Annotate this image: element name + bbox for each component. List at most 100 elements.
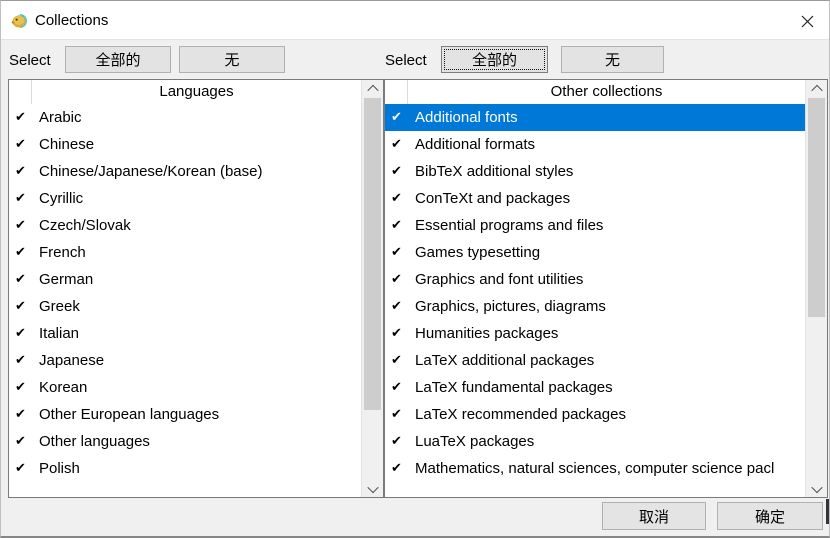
right-select-none-button[interactable]: 无: [561, 46, 664, 73]
right-select-all-button[interactable]: 全部的: [441, 46, 548, 73]
check-column-header: [385, 80, 408, 104]
scrollbar-thumb[interactable]: [364, 98, 381, 410]
list-item-label: Additional fonts: [409, 109, 518, 126]
check-icon: ✔: [385, 353, 409, 368]
left-select-all-button[interactable]: 全部的: [65, 46, 171, 73]
background-window-artifact: [826, 499, 829, 524]
check-icon: ✔: [9, 461, 33, 476]
check-icon: ✔: [385, 434, 409, 449]
list-item[interactable]: ✔Italian: [9, 320, 361, 347]
chevron-down-icon: [367, 481, 378, 492]
right-select-label: Select: [385, 47, 427, 74]
list-item[interactable]: ✔ConTeXt and packages: [385, 185, 805, 212]
check-icon: ✔: [9, 380, 33, 395]
list-item[interactable]: ✔German: [9, 266, 361, 293]
ok-button[interactable]: 确定: [717, 502, 823, 530]
cancel-button[interactable]: 取消: [602, 502, 706, 530]
list-item-label: LaTeX additional packages: [409, 352, 594, 369]
list-item-label: Cyrillic: [33, 190, 83, 207]
list-item[interactable]: ✔Czech/Slovak: [9, 212, 361, 239]
other-collections-header-label: Other collections: [408, 80, 805, 104]
list-item[interactable]: ✔Essential programs and files: [385, 212, 805, 239]
check-icon: ✔: [385, 110, 409, 125]
languages-header-label: Languages: [32, 80, 361, 104]
list-item[interactable]: ✔LuaTeX packages: [385, 428, 805, 455]
list-item-label: Graphics, pictures, diagrams: [409, 298, 606, 315]
list-item[interactable]: ✔Greek: [9, 293, 361, 320]
list-item-label: Korean: [33, 379, 87, 396]
list-item[interactable]: ✔Graphics, pictures, diagrams: [385, 293, 805, 320]
list-item[interactable]: ✔Arabic: [9, 104, 361, 131]
left-select-label: Select: [9, 47, 51, 74]
list-item[interactable]: ✔Mathematics, natural sciences, computer…: [385, 455, 805, 482]
check-icon: ✔: [385, 137, 409, 152]
titlebar: Collections: [1, 1, 829, 40]
list-item-label: Graphics and font utilities: [409, 271, 583, 288]
other-collections-panel-header: Other collections: [385, 80, 805, 104]
list-item-label: Polish: [33, 460, 80, 477]
list-item-label: German: [33, 271, 93, 288]
check-icon: ✔: [9, 191, 33, 206]
check-column-header: [9, 80, 32, 104]
close-button[interactable]: [793, 9, 821, 33]
list-item[interactable]: ✔French: [9, 239, 361, 266]
list-item-label: Italian: [33, 325, 79, 342]
list-item-label: French: [33, 244, 86, 261]
list-item[interactable]: ✔Japanese: [9, 347, 361, 374]
list-item-label: LaTeX recommended packages: [409, 406, 626, 423]
scroll-down-button[interactable]: [806, 480, 827, 497]
list-item-label: Chinese: [33, 136, 94, 153]
check-icon: ✔: [9, 245, 33, 260]
list-item[interactable]: ✔Other languages: [9, 428, 361, 455]
list-item[interactable]: ✔Additional formats: [385, 131, 805, 158]
check-icon: ✔: [9, 218, 33, 233]
check-icon: ✔: [9, 434, 33, 449]
list-item[interactable]: ✔Additional fonts: [385, 104, 805, 131]
scroll-up-button[interactable]: [806, 80, 827, 97]
list-item[interactable]: ✔Chinese/Japanese/Korean (base): [9, 158, 361, 185]
other-collections-panel: Other collections ✔Additional fonts✔Addi…: [384, 79, 828, 498]
check-icon: ✔: [9, 272, 33, 287]
list-item-label: Essential programs and files: [409, 217, 603, 234]
list-item-label: Games typesetting: [409, 244, 540, 261]
list-item-label: Other languages: [33, 433, 150, 450]
other-collections-scrollbar[interactable]: [805, 80, 827, 497]
list-item-label: Additional formats: [409, 136, 535, 153]
languages-scrollbar[interactable]: [361, 80, 383, 497]
check-icon: ✔: [9, 164, 33, 179]
list-item[interactable]: ✔BibTeX additional styles: [385, 158, 805, 185]
list-item-label: Japanese: [33, 352, 104, 369]
languages-panel: Languages ✔Arabic✔Chinese✔Chinese/Japane…: [8, 79, 384, 498]
list-item[interactable]: ✔Polish: [9, 455, 361, 482]
check-icon: ✔: [9, 353, 33, 368]
check-icon: ✔: [9, 299, 33, 314]
scroll-up-button[interactable]: [362, 80, 383, 97]
list-item[interactable]: ✔Other European languages: [9, 401, 361, 428]
check-icon: ✔: [385, 407, 409, 422]
list-item[interactable]: ✔Games typesetting: [385, 239, 805, 266]
scroll-down-button[interactable]: [362, 480, 383, 497]
list-item-label: LuaTeX packages: [409, 433, 534, 450]
list-item-label: ConTeXt and packages: [409, 190, 570, 207]
list-item[interactable]: ✔Graphics and font utilities: [385, 266, 805, 293]
check-icon: ✔: [385, 191, 409, 206]
list-item[interactable]: ✔Cyrillic: [9, 185, 361, 212]
chevron-down-icon: [811, 481, 822, 492]
list-item-label: LaTeX fundamental packages: [409, 379, 613, 396]
check-icon: ✔: [385, 380, 409, 395]
list-item[interactable]: ✔LaTeX additional packages: [385, 347, 805, 374]
scrollbar-thumb[interactable]: [808, 98, 825, 317]
list-item-label: Czech/Slovak: [33, 217, 131, 234]
left-select-none-button[interactable]: 无: [179, 46, 285, 73]
list-item[interactable]: ✔LaTeX fundamental packages: [385, 374, 805, 401]
list-item[interactable]: ✔Humanities packages: [385, 320, 805, 347]
list-item[interactable]: ✔LaTeX recommended packages: [385, 401, 805, 428]
list-item[interactable]: ✔Chinese: [9, 131, 361, 158]
list-item-label: Other European languages: [33, 406, 219, 423]
chevron-up-icon: [811, 84, 822, 95]
texlive-app-icon: [11, 12, 29, 30]
check-icon: ✔: [9, 137, 33, 152]
list-item[interactable]: ✔Korean: [9, 374, 361, 401]
window-title: Collections: [35, 1, 108, 40]
list-item-label: Arabic: [33, 109, 82, 126]
